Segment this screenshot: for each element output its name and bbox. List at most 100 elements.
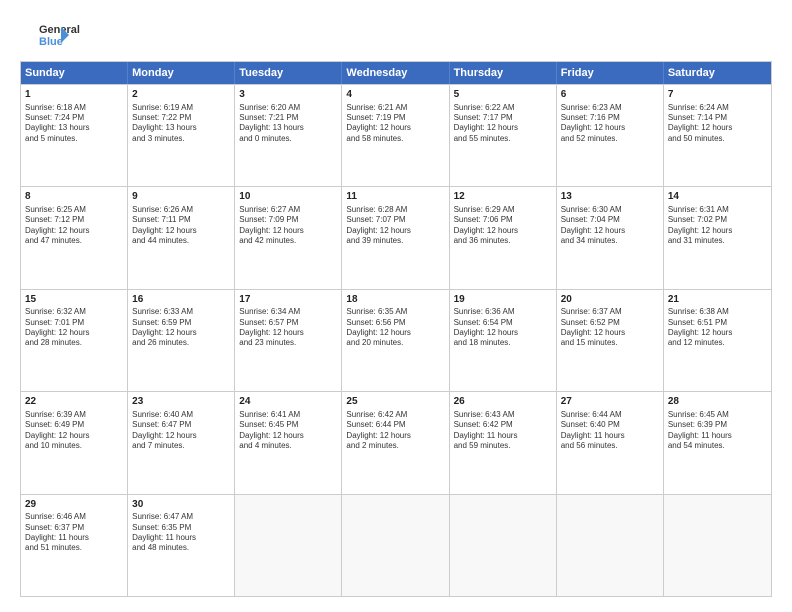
cell-line: Sunset: 6:35 PM: [132, 523, 230, 533]
cell-line: and 58 minutes.: [346, 134, 444, 144]
cell-line: Sunset: 6:37 PM: [25, 523, 123, 533]
cal-cell: 10Sunrise: 6:27 AMSunset: 7:09 PMDayligh…: [235, 187, 342, 288]
cell-line: Sunset: 7:16 PM: [561, 113, 659, 123]
cal-cell: 16Sunrise: 6:33 AMSunset: 6:59 PMDayligh…: [128, 290, 235, 391]
cell-line: and 15 minutes.: [561, 338, 659, 348]
cell-line: Sunset: 6:59 PM: [132, 318, 230, 328]
cell-line: Sunrise: 6:25 AM: [25, 205, 123, 215]
day-number: 25: [346, 395, 444, 409]
cal-cell: 7Sunrise: 6:24 AMSunset: 7:14 PMDaylight…: [664, 85, 771, 186]
cell-line: Sunset: 6:42 PM: [454, 420, 552, 430]
cell-line: and 48 minutes.: [132, 543, 230, 553]
cal-cell: 15Sunrise: 6:32 AMSunset: 7:01 PMDayligh…: [21, 290, 128, 391]
cell-line: Sunrise: 6:38 AM: [668, 307, 767, 317]
cell-line: Daylight: 12 hours: [346, 226, 444, 236]
cell-line: Sunset: 7:04 PM: [561, 215, 659, 225]
cell-line: Daylight: 12 hours: [454, 123, 552, 133]
cell-line: Sunset: 7:22 PM: [132, 113, 230, 123]
cell-line: Sunrise: 6:21 AM: [346, 103, 444, 113]
cal-row-2: 8Sunrise: 6:25 AMSunset: 7:12 PMDaylight…: [21, 186, 771, 288]
day-number: 1: [25, 88, 123, 102]
cell-line: and 39 minutes.: [346, 236, 444, 246]
cell-line: Daylight: 11 hours: [454, 431, 552, 441]
cell-line: Sunrise: 6:20 AM: [239, 103, 337, 113]
cell-line: Sunrise: 6:43 AM: [454, 410, 552, 420]
cell-line: Sunset: 7:17 PM: [454, 113, 552, 123]
cell-line: Sunrise: 6:33 AM: [132, 307, 230, 317]
cal-cell: [342, 495, 449, 596]
cell-line: and 47 minutes.: [25, 236, 123, 246]
cell-line: Sunset: 7:12 PM: [25, 215, 123, 225]
cell-line: Daylight: 13 hours: [25, 123, 123, 133]
day-number: 17: [239, 293, 337, 307]
cell-line: Sunrise: 6:24 AM: [668, 103, 767, 113]
svg-text:General: General: [39, 24, 80, 36]
cal-cell: [235, 495, 342, 596]
cal-row-4: 22Sunrise: 6:39 AMSunset: 6:49 PMDayligh…: [21, 391, 771, 493]
header-day-friday: Friday: [557, 62, 664, 84]
cal-cell: 13Sunrise: 6:30 AMSunset: 7:04 PMDayligh…: [557, 187, 664, 288]
cell-line: and 5 minutes.: [25, 134, 123, 144]
cal-cell: 12Sunrise: 6:29 AMSunset: 7:06 PMDayligh…: [450, 187, 557, 288]
cal-cell: [557, 495, 664, 596]
cal-cell: 6Sunrise: 6:23 AMSunset: 7:16 PMDaylight…: [557, 85, 664, 186]
cell-line: Sunrise: 6:46 AM: [25, 512, 123, 522]
cell-line: Sunrise: 6:28 AM: [346, 205, 444, 215]
cell-line: Sunset: 6:44 PM: [346, 420, 444, 430]
day-number: 6: [561, 88, 659, 102]
day-number: 19: [454, 293, 552, 307]
day-number: 9: [132, 190, 230, 204]
cell-line: Daylight: 12 hours: [346, 431, 444, 441]
cell-line: and 23 minutes.: [239, 338, 337, 348]
cell-line: Sunrise: 6:19 AM: [132, 103, 230, 113]
cal-cell: 3Sunrise: 6:20 AMSunset: 7:21 PMDaylight…: [235, 85, 342, 186]
cal-cell: 24Sunrise: 6:41 AMSunset: 6:45 PMDayligh…: [235, 392, 342, 493]
day-number: 10: [239, 190, 337, 204]
cell-line: and 4 minutes.: [239, 441, 337, 451]
cell-line: Sunrise: 6:34 AM: [239, 307, 337, 317]
cell-line: Sunset: 7:02 PM: [668, 215, 767, 225]
cell-line: Sunset: 7:21 PM: [239, 113, 337, 123]
cell-line: Sunset: 6:54 PM: [454, 318, 552, 328]
cell-line: and 42 minutes.: [239, 236, 337, 246]
cell-line: Sunrise: 6:32 AM: [25, 307, 123, 317]
cal-cell: [450, 495, 557, 596]
cell-line: Sunset: 6:56 PM: [346, 318, 444, 328]
header-day-thursday: Thursday: [450, 62, 557, 84]
cal-cell: 27Sunrise: 6:44 AMSunset: 6:40 PMDayligh…: [557, 392, 664, 493]
cell-line: Sunrise: 6:27 AM: [239, 205, 337, 215]
cell-line: and 2 minutes.: [346, 441, 444, 451]
day-number: 30: [132, 498, 230, 512]
cell-line: Sunrise: 6:37 AM: [561, 307, 659, 317]
cell-line: and 0 minutes.: [239, 134, 337, 144]
cell-line: Sunset: 7:09 PM: [239, 215, 337, 225]
cell-line: Daylight: 13 hours: [239, 123, 337, 133]
day-number: 27: [561, 395, 659, 409]
logo: General Blue: [20, 19, 90, 51]
day-number: 3: [239, 88, 337, 102]
cell-line: and 54 minutes.: [668, 441, 767, 451]
cal-cell: 9Sunrise: 6:26 AMSunset: 7:11 PMDaylight…: [128, 187, 235, 288]
cal-row-3: 15Sunrise: 6:32 AMSunset: 7:01 PMDayligh…: [21, 289, 771, 391]
cal-row-5: 29Sunrise: 6:46 AMSunset: 6:37 PMDayligh…: [21, 494, 771, 596]
day-number: 20: [561, 293, 659, 307]
cell-line: Daylight: 12 hours: [561, 226, 659, 236]
cell-line: Sunset: 6:51 PM: [668, 318, 767, 328]
cal-cell: 21Sunrise: 6:38 AMSunset: 6:51 PMDayligh…: [664, 290, 771, 391]
cell-line: Daylight: 12 hours: [668, 328, 767, 338]
cal-cell: 29Sunrise: 6:46 AMSunset: 6:37 PMDayligh…: [21, 495, 128, 596]
cal-cell: 11Sunrise: 6:28 AMSunset: 7:07 PMDayligh…: [342, 187, 449, 288]
calendar-header: SundayMondayTuesdayWednesdayThursdayFrid…: [21, 62, 771, 84]
cell-line: and 59 minutes.: [454, 441, 552, 451]
day-number: 28: [668, 395, 767, 409]
svg-text:Blue: Blue: [39, 36, 63, 48]
cell-line: Daylight: 12 hours: [668, 226, 767, 236]
cell-line: Sunrise: 6:26 AM: [132, 205, 230, 215]
cell-line: and 55 minutes.: [454, 134, 552, 144]
cell-line: Daylight: 12 hours: [239, 431, 337, 441]
cell-line: Daylight: 11 hours: [25, 533, 123, 543]
cal-cell: 26Sunrise: 6:43 AMSunset: 6:42 PMDayligh…: [450, 392, 557, 493]
cell-line: Sunset: 6:49 PM: [25, 420, 123, 430]
header-day-monday: Monday: [128, 62, 235, 84]
cell-line: Sunset: 7:19 PM: [346, 113, 444, 123]
